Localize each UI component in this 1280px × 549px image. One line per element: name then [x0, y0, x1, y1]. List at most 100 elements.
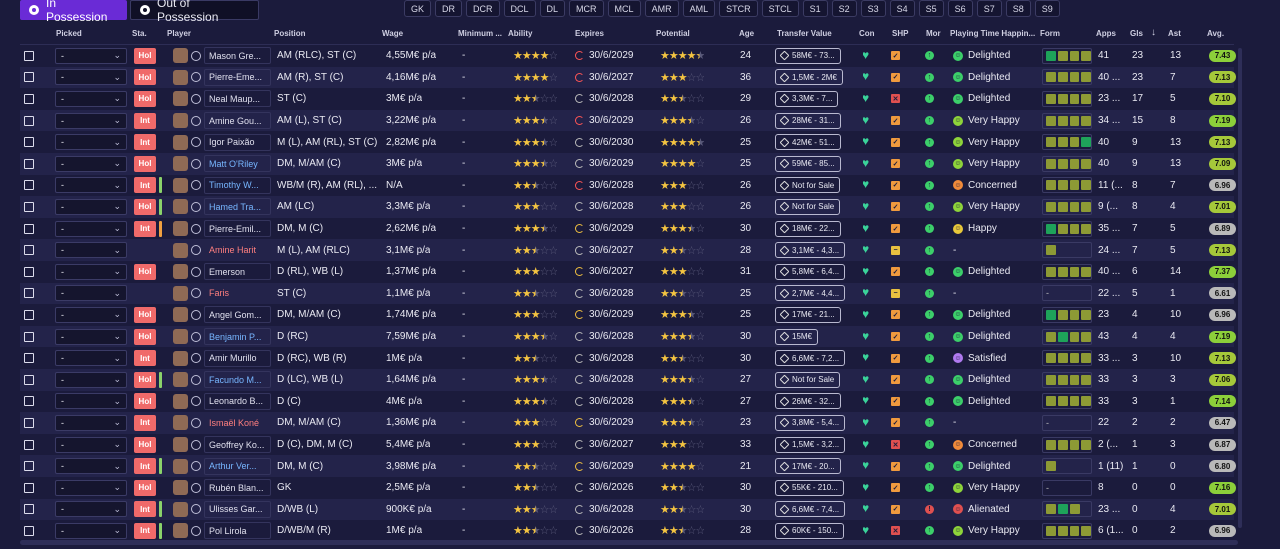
select-checkbox[interactable] — [24, 439, 34, 450]
select-checkbox[interactable] — [24, 482, 34, 493]
position-filter-mcl[interactable]: MCL — [607, 0, 641, 17]
col-shp[interactable]: SHP — [892, 29, 908, 38]
position-filter-s2[interactable]: S2 — [831, 0, 857, 17]
position-filter-stcr[interactable]: STCR — [719, 0, 758, 17]
transfer-value-tag[interactable]: Not for Sale — [775, 177, 841, 194]
transfer-value-tag[interactable]: 26M€ - 32... — [775, 393, 841, 410]
select-checkbox[interactable] — [24, 504, 34, 515]
table-row[interactable]: - ⌄ Int Ulisses Gar... D/WB (L) 900K€ p/a - ★★ ★… — [20, 498, 1236, 521]
player-name[interactable]: Ismaël Koné — [204, 414, 271, 431]
col-con[interactable]: Con — [859, 29, 875, 38]
table-row[interactable]: - ⌄ Int Amine Gou... AM (L), ST (C) 3,22M€ p/… — [20, 109, 1236, 132]
transfer-value-tag[interactable]: 60K€ - 150... — [775, 522, 844, 539]
col-mor[interactable]: Mor — [926, 29, 941, 38]
select-checkbox[interactable] — [24, 223, 34, 234]
position-filter-dr[interactable]: DR — [435, 0, 463, 17]
select-checkbox[interactable] — [24, 353, 34, 364]
select-checkbox[interactable] — [24, 93, 34, 104]
table-row[interactable]: - ⌄ Int Timothy W... WB/M (R), AM (RL), ... N… — [20, 175, 1236, 197]
select-checkbox[interactable] — [24, 396, 34, 407]
col-expires[interactable]: Expires — [575, 29, 604, 38]
position-filter-aml[interactable]: AML — [682, 0, 716, 17]
horizontal-scrollbar[interactable] — [20, 540, 1238, 545]
picked-dropdown[interactable]: - ⌄ — [55, 69, 127, 86]
player-name[interactable]: Arthur Ver... — [204, 457, 271, 475]
position-filter-s8[interactable]: S8 — [1005, 0, 1031, 17]
position-filter-s5[interactable]: S5 — [918, 0, 944, 17]
picked-dropdown[interactable]: - ⌄ — [55, 522, 127, 539]
picked-dropdown[interactable]: - ⌄ — [55, 328, 127, 345]
picked-dropdown[interactable]: - ⌄ — [55, 479, 127, 496]
table-row[interactable]: - ⌄ Hol Matt O'Riley DM, M/AM (C) 3M€ p/a - ★★★… — [20, 153, 1236, 175]
picked-dropdown[interactable]: - ⌄ — [55, 350, 127, 367]
tab-out-of-possession[interactable]: Out of Possession — [130, 0, 259, 24]
transfer-value-tag[interactable]: 1,5M€ - 3,2... — [775, 436, 846, 453]
table-row[interactable]: - ⌄ Int Igor Paixão M (L), AM (RL), ST (C) 2,… — [20, 131, 1236, 153]
player-name[interactable]: Mason Gre... — [204, 47, 271, 65]
position-filter-s3[interactable]: S3 — [860, 0, 886, 17]
position-filter-amr[interactable]: AMR — [644, 0, 679, 17]
col-wage[interactable]: Wage — [382, 29, 403, 38]
picked-dropdown[interactable]: - ⌄ — [55, 458, 127, 475]
picked-dropdown[interactable]: - ⌄ — [55, 393, 127, 410]
picked-dropdown[interactable]: - ⌄ — [55, 155, 127, 172]
player-name[interactable]: Amine Gou... — [204, 112, 271, 130]
select-checkbox[interactable] — [24, 158, 34, 169]
position-filter-s9[interactable]: S9 — [1034, 0, 1060, 17]
table-row[interactable]: - ⌄ Int Amir Murillo D (RC), WB (R) 1M€ p/a - ★… — [20, 347, 1236, 369]
position-filter-s6[interactable]: S6 — [947, 0, 973, 17]
col-ast[interactable]: Ast — [1168, 29, 1181, 38]
table-row[interactable]: - ⌄ Int Ismaël Koné DM, M/AM (C) 1,36M€ p/a - ★… — [20, 412, 1236, 434]
transfer-value-tag[interactable]: 15M€ — [775, 328, 819, 345]
transfer-value-tag[interactable]: 59M€ - 85... — [775, 155, 841, 172]
select-checkbox[interactable] — [24, 331, 34, 342]
col-avg[interactable]: Avg. — [1207, 29, 1224, 38]
picked-dropdown[interactable]: - ⌄ — [55, 285, 127, 302]
select-checkbox[interactable] — [24, 137, 34, 148]
player-name[interactable]: Geoffrey Ko... — [204, 436, 271, 454]
picked-dropdown[interactable]: - ⌄ — [55, 242, 127, 259]
player-name[interactable]: Pierre-Eme... — [204, 68, 271, 86]
col-form[interactable]: Form — [1040, 29, 1060, 38]
player-name[interactable]: Angel Gom... — [204, 306, 271, 324]
player-name[interactable]: Rubén Blan... — [204, 479, 271, 497]
player-name[interactable]: Igor Paixão — [204, 133, 271, 151]
transfer-value-tag[interactable]: 1,5M€ - 2M€ — [775, 69, 843, 86]
col-picked[interactable]: Picked — [56, 29, 82, 38]
player-name[interactable]: Timothy W... — [204, 176, 271, 194]
position-filter-s1[interactable]: S1 — [802, 0, 828, 17]
picked-dropdown[interactable]: - ⌄ — [55, 263, 127, 280]
select-checkbox[interactable] — [24, 461, 34, 472]
player-name[interactable]: Leonardo B... — [204, 392, 271, 410]
transfer-value-tag[interactable]: 17M€ - 21... — [775, 306, 841, 323]
transfer-value-tag[interactable]: 58M€ - 73... — [775, 47, 841, 64]
position-filter-dl[interactable]: DL — [539, 0, 566, 17]
col-apps[interactable]: Apps — [1096, 29, 1116, 38]
select-checkbox[interactable] — [24, 417, 34, 428]
player-name[interactable]: Faris — [204, 285, 271, 302]
transfer-value-tag[interactable]: Not for Sale — [775, 198, 841, 215]
table-row[interactable]: - ⌄ Int Arthur Ver... DM, M (C) 3,98M€ p/a - ★★… — [20, 455, 1236, 477]
col-sta[interactable]: Sta. — [132, 29, 147, 38]
table-row[interactable]: - ⌄ Int Pierre-Emil... DM, M (C) 2,62M€ p/a - ★… — [20, 218, 1236, 240]
player-name[interactable]: Hamed Tra... — [204, 198, 271, 216]
player-name[interactable]: Amine Harit — [204, 242, 271, 259]
picked-dropdown[interactable]: - ⌄ — [55, 501, 127, 518]
player-name[interactable]: Emerson — [204, 263, 271, 281]
select-checkbox[interactable] — [24, 180, 34, 191]
table-row[interactable]: - ⌄ Hol Mason Gre... AM (RLC), ST (C) 4,55M€ … — [20, 45, 1236, 67]
table-row[interactable]: - ⌄ Hol Hamed Tra... AM (LC) 3,3M€ p/a - ★★★ ☆ ☆ 3… — [20, 196, 1236, 218]
table-row[interactable]: - ⌄ Hol Rubén Blan... GK 2,5M€ p/a - ★★ ★ ☆ ☆ 30/6/… — [20, 477, 1236, 499]
picked-dropdown[interactable]: - ⌄ — [55, 90, 127, 107]
transfer-value-tag[interactable]: 6,6M€ - 7,4... — [775, 501, 846, 518]
picked-dropdown[interactable]: - ⌄ — [55, 198, 127, 215]
table-row[interactable]: - ⌄ Hol Facundo M... D (LC), WB (L) 1,64M€ p/… — [20, 369, 1236, 391]
player-name[interactable]: Neal Maup... — [204, 90, 271, 108]
picked-dropdown[interactable]: - ⌄ — [55, 436, 127, 453]
col-player[interactable]: Player — [167, 29, 191, 38]
transfer-value-tag[interactable]: 55K€ - 210... — [775, 479, 844, 496]
picked-dropdown[interactable]: - ⌄ — [55, 47, 127, 64]
table-row[interactable]: - ⌄ Hol Angel Gom... DM, M/AM (C) 1,74M€ p/a -… — [20, 304, 1236, 326]
transfer-value-tag[interactable]: Not for Sale — [775, 371, 841, 388]
transfer-value-tag[interactable]: 28M€ - 31... — [775, 112, 841, 129]
